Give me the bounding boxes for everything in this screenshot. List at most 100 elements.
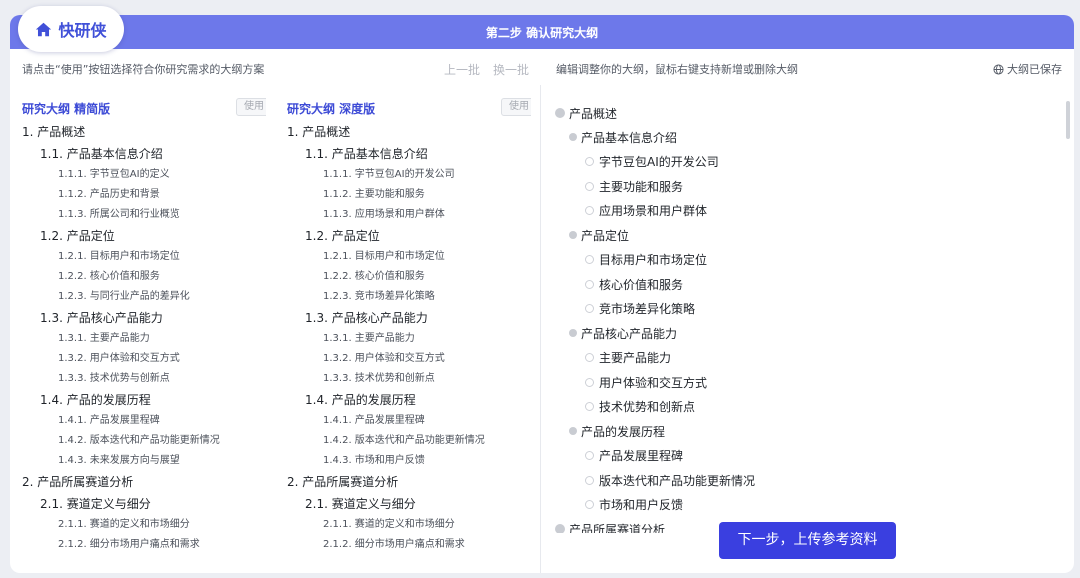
use-button[interactable]: 使用 — [236, 98, 266, 116]
outline-subsection: 2.1.1. 赛道的定义和市场细分 — [58, 519, 190, 530]
outline-subsection: 2.1.2. 细分市场用户痛点和需求 — [323, 539, 465, 550]
tree-bullet-icon — [585, 402, 594, 412]
tree-node-label: 主要产品能力 — [599, 351, 672, 366]
tree-node[interactable]: 目标用户和市场定位 — [555, 248, 1060, 273]
outline-subsection: 1.4.3. 未来发展方向与展望 — [58, 455, 180, 466]
globe-icon — [993, 63, 1004, 75]
tree-node[interactable]: 竞市场差异化策略 — [555, 297, 1060, 322]
tree-node[interactable]: 产品发展里程碑 — [555, 444, 1060, 469]
prev-batch-button[interactable]: 上一批 — [444, 61, 480, 78]
saved-status-text: 大纲已保存 — [1007, 63, 1062, 76]
tree-node[interactable]: 产品定位 — [555, 223, 1060, 248]
outline-subsection: 1.3.1. 主要产品能力 — [323, 333, 415, 344]
page-title: 第二步 确认研究大纲 — [485, 26, 599, 40]
tree-node-label: 市场和用户反馈 — [599, 498, 684, 513]
outline-title: 研究大纲 精简版 — [22, 102, 111, 116]
outline-subsection: 1.1.3. 所属公司和行业概览 — [58, 209, 180, 220]
tree-node-label: 版本迭代和产品功能更新情况 — [599, 473, 756, 488]
tree-node-label: 产品定位 — [581, 228, 630, 243]
tree-node-label: 产品核心产品能力 — [581, 326, 678, 341]
outline-subsection: 1.3.3. 技术优势和创新点 — [323, 373, 435, 384]
outline-subsection: 1.3.2. 用户体验和交互方式 — [323, 353, 445, 364]
outline-subsection: 1.3.2. 用户体验和交互方式 — [58, 353, 180, 364]
outline-edit-hint: 编辑调整你的大纲，鼠标右键支持新增或删除大纲 — [556, 63, 798, 76]
tree-node-label: 用户体验和交互方式 — [599, 375, 708, 390]
outline-title: 研究大纲 深度版 — [287, 102, 376, 116]
tree-node-label: 主要功能和服务 — [599, 179, 684, 194]
scrollbar[interactable] — [1066, 101, 1070, 139]
tree-node[interactable]: 技术优势和创新点 — [555, 395, 1060, 420]
tree-node-label: 产品的发展历程 — [581, 424, 666, 439]
outline-subsection: 1.4.1. 产品发展里程碑 — [323, 415, 425, 426]
use-button[interactable]: 使用 — [501, 98, 531, 116]
outline-tree-editor[interactable]: 产品概述产品基本信息介绍字节豆包AI的开发公司 主要功能和服务应用场景和用户群体产… — [555, 101, 1060, 533]
outline-subsection: 1.2.3. 竞市场差异化策略 — [323, 291, 435, 302]
tree-bullet-icon — [569, 427, 577, 436]
tree-bullet-icon — [555, 524, 565, 533]
outline-section: 2.1. 赛道定义与细分 — [305, 497, 416, 511]
tree-bullet-icon — [555, 108, 565, 118]
tree-node-label: 产品所属赛道分析 — [569, 522, 666, 534]
app-name: 快研侠 — [58, 21, 107, 40]
tree-node-label: 核心价值和服务 — [599, 277, 684, 292]
tree-node-label: 产品基本信息介绍 — [581, 130, 678, 145]
outline-column-detailed: 研究大纲 深度版 使用 1. 产品概述 1.1. 产品基本信息介绍 1.1.1. 字… — [287, 95, 531, 573]
outline-chapter: 2. 产品所属赛道分析 — [287, 475, 399, 489]
outline-subsection: 1.1.3. 应用场景和用户群体 — [323, 209, 445, 220]
header-bar: 第二步 确认研究大纲 — [10, 15, 1074, 49]
outline-section: 2.1. 赛道定义与细分 — [40, 497, 151, 511]
outline-section: 1.4. 产品的发展历程 — [305, 393, 416, 407]
outline-section: 1.4. 产品的发展历程 — [40, 393, 151, 407]
tree-bullet-icon — [569, 133, 577, 142]
tree-node-label: 技术优势和创新点 — [599, 400, 696, 415]
outline-subsection: 1.2.1. 目标用户和市场定位 — [58, 251, 180, 262]
panel-divider — [540, 85, 541, 573]
tree-bullet-icon — [585, 353, 594, 363]
tree-node[interactable]: 产品的发展历程 — [555, 419, 1060, 444]
outline-subsection: 1.3.1. 主要产品能力 — [58, 333, 150, 344]
tree-node[interactable]: 产品概述 — [555, 101, 1060, 125]
tree-bullet-icon — [585, 279, 594, 289]
tree-node[interactable]: 用户体验和交互方式 — [555, 370, 1060, 395]
outline-subsection: 1.4.2. 版本迭代和产品功能更新情况 — [58, 435, 220, 446]
outline-subsection: 1.1.2. 产品历史和背景 — [58, 189, 160, 200]
outline-subsection: 2.1.1. 赛道的定义和市场细分 — [323, 519, 455, 530]
outline-subsection: 1.2.1. 目标用户和市场定位 — [323, 251, 445, 262]
tree-node-label: 应用场景和用户群体 — [599, 204, 708, 219]
outline-subsection: 1.2.3. 与同行业产品的差异化 — [58, 291, 190, 302]
tree-node[interactable]: 产品核心产品能力 — [555, 321, 1060, 346]
tree-bullet-icon — [585, 206, 594, 216]
tree-bullet-icon — [585, 255, 594, 265]
next-batch-button[interactable]: 换一批 — [493, 61, 529, 78]
outline-subsection: 2.1.2. 细分市场用户痛点和需求 — [58, 539, 200, 550]
tree-node[interactable]: 产品基本信息介绍 — [555, 125, 1060, 150]
tree-bullet-icon — [585, 500, 594, 510]
outline-list: 1. 产品概述 1.1. 产品基本信息介绍 1.1.1. 字节豆包AI的开发公司 1.… — [287, 121, 531, 555]
outline-section: 1.2. 产品定位 — [40, 229, 115, 243]
tree-node-label: 字节豆包AI的开发公司 — [599, 155, 719, 170]
tree-bullet-icon — [569, 231, 577, 240]
tree-bullet-icon — [585, 181, 594, 191]
tree-node[interactable]: 主要产品能力 — [555, 346, 1060, 371]
tree-node[interactable]: 字节豆包AI的开发公司 — [555, 150, 1060, 175]
tree-node[interactable]: 版本迭代和产品功能更新情况 — [555, 468, 1060, 493]
tree-bullet-icon — [569, 329, 577, 338]
outline-subsection: 1.3.3. 技术优势与创新点 — [58, 373, 170, 384]
tree-node[interactable]: 核心价值和服务 — [555, 272, 1060, 297]
tree-bullet-icon — [585, 475, 594, 485]
tree-node-label: 目标用户和市场定位 — [599, 253, 708, 268]
home-icon — [36, 22, 52, 36]
outline-section: 1.1. 产品基本信息介绍 — [40, 147, 163, 161]
outline-subsection: 1.1.2. 主要功能和服务 — [323, 189, 425, 200]
tree-node[interactable]: 主要功能和服务 — [555, 174, 1060, 199]
tree-node[interactable]: 市场和用户反馈 — [555, 493, 1060, 518]
outline-column-concise: 研究大纲 精简版 使用 1. 产品概述 1.1. 产品基本信息介绍 1.1.1. 字… — [22, 95, 266, 573]
app-window: 第二步 确认研究大纲 请点击“使用”按钮选择符合你研究需求的大纲方案 上一批 换… — [10, 15, 1074, 573]
outline-select-hint: 请点击“使用”按钮选择符合你研究需求的大纲方案 — [22, 63, 265, 76]
outline-subsection: 1.4.1. 产品发展里程碑 — [58, 415, 160, 426]
app-logo[interactable]: 快研侠 — [18, 6, 124, 52]
next-step-button[interactable]: 下一步，上传参考资料 — [719, 522, 896, 559]
tree-node[interactable]: 应用场景和用户群体 — [555, 199, 1060, 224]
outline-section: 1.3. 产品核心产品能力 — [40, 311, 163, 325]
tree-bullet-icon — [585, 451, 594, 461]
